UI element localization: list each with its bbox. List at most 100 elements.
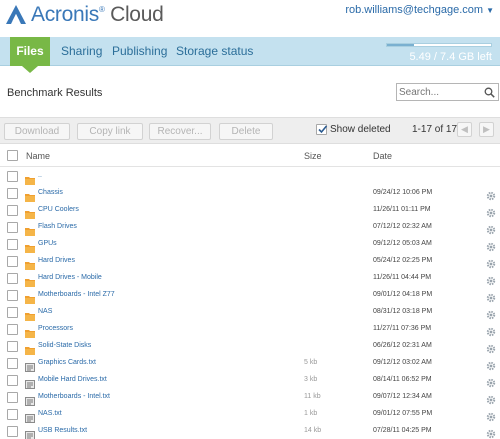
search-icon[interactable] [484,87,495,98]
item-name-link[interactable]: Mobile Hard Drives.txt [38,376,107,383]
item-name-link[interactable]: Motherboards - Intel Z77 [38,291,115,298]
row-checkbox[interactable] [7,171,18,182]
folder-row[interactable]: Hard Drives 05/24/12 02:25 PM [0,253,500,270]
item-name-link[interactable]: Chassis [38,189,63,196]
row-checkbox[interactable] [7,222,18,233]
column-size[interactable]: Size [304,151,322,161]
column-date[interactable]: Date [373,151,392,161]
item-date: 09/01/12 07:55 PM [373,410,433,417]
gear-icon[interactable] [486,341,496,354]
row-checkbox[interactable] [7,239,18,250]
file-row[interactable]: NAS.txt 1 kb 09/01/12 07:55 PM [0,406,500,423]
folder-row[interactable]: Processors 11/27/11 07:36 PM [0,321,500,338]
folder-row[interactable]: Flash Drives 07/12/12 02:32 AM [0,219,500,236]
item-name-link[interactable]: Processors [38,325,73,332]
gear-icon[interactable] [486,205,496,218]
copy-link-button[interactable]: Copy link [77,123,143,140]
gear-icon[interactable] [486,290,496,303]
item-date: 09/12/12 03:02 AM [373,359,432,366]
folder-row[interactable]: NAS 08/31/12 03:18 PM [0,304,500,321]
row-checkbox[interactable] [7,392,18,403]
folder-row[interactable]: .. [0,168,500,185]
gear-icon[interactable] [486,273,496,286]
item-name-link[interactable]: Graphics Cards.txt [38,359,96,366]
column-name[interactable]: Name [26,151,50,161]
tab-files[interactable]: Files [10,37,50,66]
row-checkbox[interactable] [7,307,18,318]
show-deleted-checkbox[interactable] [316,124,328,135]
row-checkbox[interactable] [7,375,18,386]
folder-icon [25,308,35,321]
item-date: 09/12/12 05:03 AM [373,240,432,247]
row-checkbox[interactable] [7,256,18,267]
file-row[interactable]: USB Results.txt 14 kb 07/28/11 04:25 PM [0,423,500,439]
item-name-link[interactable]: USB Results.txt [38,427,87,434]
file-list-header: Name Size Date [0,145,500,167]
gear-icon[interactable] [486,324,496,337]
delete-button[interactable]: Delete [219,123,273,140]
item-name-link[interactable]: Hard Drives [38,257,75,264]
recover-button[interactable]: Recover... [149,123,211,140]
next-page-button[interactable]: ▶ [479,122,494,137]
row-checkbox[interactable] [7,290,18,301]
download-button[interactable]: Download [4,123,70,140]
file-row[interactable]: Motherboards - Intel.txt 11 kb 09/07/12 12… [0,389,500,406]
gear-icon[interactable] [486,409,496,422]
item-name-link[interactable]: Hard Drives - Mobile [38,274,102,281]
gear-icon[interactable] [486,375,496,388]
gear-icon[interactable] [486,307,496,320]
user-email: rob.williams@techgage.com [345,4,484,16]
gear-icon[interactable] [486,222,496,235]
row-checkbox[interactable] [7,341,18,352]
row-checkbox[interactable] [7,188,18,199]
item-size: 5 kb [304,359,318,366]
gear-icon[interactable] [486,256,496,269]
item-name-link[interactable]: CPU Coolers [38,206,79,213]
file-row[interactable]: Graphics Cards.txt 5 kb 09/12/12 03:02 AM [0,355,500,372]
show-deleted-label: Show deleted [330,124,391,135]
select-all-checkbox[interactable] [7,150,18,161]
item-date: 09/07/12 12:34 AM [373,393,432,400]
search-input[interactable] [399,85,481,99]
tab-publishing[interactable]: Publishing [112,37,167,66]
item-date: 11/27/11 07:36 PM [373,325,432,332]
item-name-link[interactable]: Solid-State Disks [38,342,91,349]
folder-row[interactable]: CPU Coolers 11/26/11 01:11 PM [0,202,500,219]
item-name-link[interactable]: NAS.txt [38,410,62,417]
item-name-link[interactable]: Flash Drives [38,223,77,230]
folder-row[interactable]: Motherboards - Intel Z77 09/01/12 04:18 P… [0,287,500,304]
row-checkbox[interactable] [7,409,18,420]
item-name-link[interactable]: .. [38,172,42,179]
text-file-icon [25,427,35,439]
row-checkbox[interactable] [7,205,18,216]
row-checkbox[interactable] [7,273,18,284]
previous-page-button[interactable]: ◀ [457,122,472,137]
tab-storage-status[interactable]: Storage status [176,37,253,66]
file-row[interactable]: Mobile Hard Drives.txt 3 kb 08/14/11 06:52… [0,372,500,389]
item-name-link[interactable]: Motherboards - Intel.txt [38,393,110,400]
folder-row[interactable]: Chassis 09/24/12 10:06 PM [0,185,500,202]
item-name-link[interactable]: NAS [38,308,52,315]
user-menu[interactable]: rob.williams@techgage.com ▼ [345,4,494,16]
gear-icon[interactable] [486,358,496,371]
pagination-text: 1-17 of 17 [412,124,458,135]
folder-icon [25,257,35,270]
folder-row[interactable]: Hard Drives - Mobile 11/26/11 04:44 PM [0,270,500,287]
gear-icon[interactable] [486,392,496,405]
gear-icon[interactable] [486,239,496,252]
gear-icon[interactable] [486,188,496,201]
row-checkbox[interactable] [7,426,18,437]
gear-icon[interactable] [486,426,496,439]
row-checkbox[interactable] [7,358,18,369]
item-size: 3 kb [304,376,318,383]
acronis-logo[interactable]: Acronis® Cloud [4,3,164,27]
folder-row[interactable]: Solid-State Disks 06/26/12 02:31 AM [0,338,500,355]
app-header: Acronis® Cloud rob.williams@techgage.com… [0,0,500,37]
row-checkbox[interactable] [7,324,18,335]
brand-name: Acronis [31,3,99,26]
folder-row[interactable]: GPUs 09/12/12 05:03 AM [0,236,500,253]
text-file-icon [25,393,35,406]
tab-sharing[interactable]: Sharing [61,37,102,66]
brand-product: Cloud [104,3,164,26]
item-name-link[interactable]: GPUs [38,240,57,247]
